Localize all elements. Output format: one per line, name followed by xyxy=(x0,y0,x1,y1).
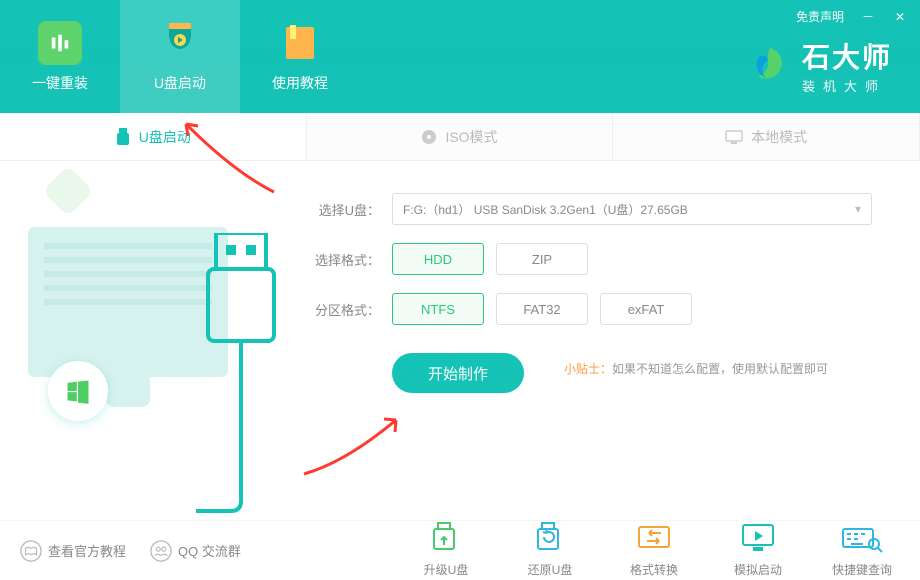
action-label: 格式转换 xyxy=(630,561,678,578)
keyboard-search-icon xyxy=(841,521,883,555)
tab-local-mode[interactable]: 本地模式 xyxy=(613,113,920,160)
simulate-icon xyxy=(739,521,777,555)
action-label: 升级U盘 xyxy=(424,561,469,578)
monitor-icon xyxy=(725,130,743,144)
footer-guide-link[interactable]: 查看官方教程 xyxy=(20,540,126,562)
tab-label: U盘启动 xyxy=(139,127,191,147)
brand-title: 石大师 xyxy=(802,36,892,76)
tab-usb-boot[interactable]: U盘启动 xyxy=(0,113,307,160)
book-icon xyxy=(20,540,42,562)
footer-qq-label: QQ 交流群 xyxy=(178,541,241,560)
format-option-zip[interactable]: ZIP xyxy=(496,243,588,275)
header: 一键重装 U盘启动 使用教程 免责声明 － ✕ 石大师 装机大师 xyxy=(0,0,920,113)
convert-icon xyxy=(635,521,673,555)
start-button[interactable]: 开始制作 xyxy=(392,353,524,393)
usb-icon xyxy=(115,128,131,146)
brand-subtitle: 装机大师 xyxy=(802,76,892,95)
format-option-hdd[interactable]: HDD xyxy=(392,243,484,275)
footer: 查看官方教程 QQ 交流群 升级U盘 还原U盘 格式转换 模拟启动 快捷键查询 xyxy=(0,520,920,580)
window-controls: 免责声明 － ✕ xyxy=(796,8,908,25)
partition-label: 分区格式： xyxy=(310,300,380,319)
chevron-down-icon: ▾ xyxy=(855,202,861,216)
nav-label: U盘启动 xyxy=(154,73,206,93)
action-shortcut-lookup[interactable]: 快捷键查询 xyxy=(826,521,898,578)
partition-option-exfat[interactable]: exFAT xyxy=(600,293,692,325)
form-area: 选择U盘： F:G:（hd1） USB SanDisk 3.2Gen1（U盘）2… xyxy=(310,161,920,521)
usb-boot-icon xyxy=(158,21,202,65)
action-format-convert[interactable]: 格式转换 xyxy=(618,521,690,578)
nav-label: 一键重装 xyxy=(32,73,88,93)
nav-usb-boot[interactable]: U盘启动 xyxy=(120,0,240,113)
tip-label: 小贴士： xyxy=(564,360,612,377)
nav-tutorial[interactable]: 使用教程 xyxy=(240,0,360,113)
people-icon xyxy=(150,540,172,562)
tip-text: 如果不知道怎么配置，使用默认配置即可 xyxy=(612,360,828,377)
upgrade-usb-icon xyxy=(428,521,464,555)
illustration xyxy=(0,161,310,521)
format-label: 选择格式： xyxy=(310,250,380,269)
minimize-button[interactable]: － xyxy=(860,8,876,25)
usb-select[interactable]: F:G:（hd1） USB SanDisk 3.2Gen1（U盘）27.65GB… xyxy=(392,193,872,225)
partition-option-fat32[interactable]: FAT32 xyxy=(496,293,588,325)
action-restore-usb[interactable]: 还原U盘 xyxy=(514,521,586,578)
action-label: 快捷键查询 xyxy=(832,561,892,578)
brand: 石大师 装机大师 xyxy=(748,36,892,95)
disclaimer-link[interactable]: 免责声明 xyxy=(796,8,844,25)
windows-badge-icon xyxy=(48,361,108,421)
tab-label: 本地模式 xyxy=(751,127,807,147)
usb-select-label: 选择U盘： xyxy=(310,200,380,219)
nav-label: 使用教程 xyxy=(272,73,328,93)
footer-qq-link[interactable]: QQ 交流群 xyxy=(150,540,241,562)
action-label: 还原U盘 xyxy=(528,561,573,578)
action-simulate-boot[interactable]: 模拟启动 xyxy=(722,521,794,578)
close-button[interactable]: ✕ xyxy=(892,10,908,24)
footer-guide-label: 查看官方教程 xyxy=(48,541,126,560)
action-upgrade-usb[interactable]: 升级U盘 xyxy=(410,521,482,578)
tab-iso-mode[interactable]: ISO模式 xyxy=(307,113,614,160)
restore-usb-icon xyxy=(532,521,568,555)
mode-tabs: U盘启动 ISO模式 本地模式 xyxy=(0,113,920,161)
brand-logo-icon xyxy=(748,44,792,88)
iso-icon xyxy=(421,129,437,145)
action-label: 模拟启动 xyxy=(734,561,782,578)
usb-select-value: F:G:（hd1） USB SanDisk 3.2Gen1（U盘）27.65GB xyxy=(403,201,688,218)
nav-reinstall[interactable]: 一键重装 xyxy=(0,0,120,113)
partition-option-ntfs[interactable]: NTFS xyxy=(392,293,484,325)
tab-label: ISO模式 xyxy=(445,127,497,147)
reinstall-icon xyxy=(38,21,82,65)
content: 选择U盘： F:G:（hd1） USB SanDisk 3.2Gen1（U盘）2… xyxy=(0,161,920,521)
usb-plug-icon xyxy=(196,233,286,513)
tutorial-icon xyxy=(278,21,322,65)
